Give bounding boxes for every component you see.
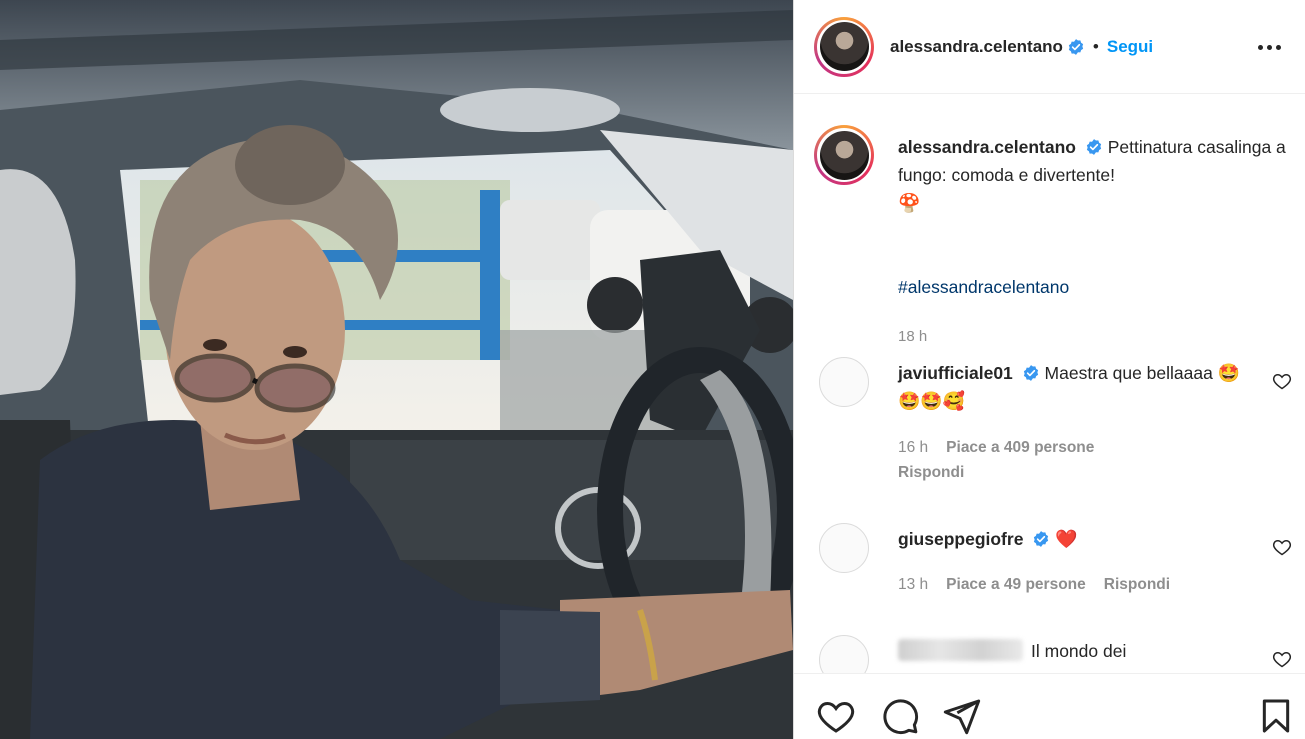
commenter-avatar[interactable] xyxy=(819,357,869,407)
author-avatar[interactable] xyxy=(814,16,874,77)
more-options-icon[interactable] xyxy=(1258,37,1284,57)
comment-like-heart-icon[interactable] xyxy=(1272,649,1292,669)
comment-likes[interactable]: Piace a 49 persone xyxy=(946,576,1086,593)
commenter-avatar[interactable] xyxy=(819,635,869,673)
verified-badge-icon xyxy=(1068,38,1084,55)
comment-username[interactable]: javiufficiale01 xyxy=(898,363,1013,383)
red-heart-emoji: ❤️ xyxy=(1055,529,1078,549)
comment-like-heart-icon[interactable] xyxy=(1272,537,1292,557)
verified-badge-icon xyxy=(1034,531,1049,547)
send-icon[interactable] xyxy=(942,696,982,736)
comment-like-heart-icon[interactable] xyxy=(1272,371,1292,391)
post-photo[interactable] xyxy=(0,0,793,739)
caption-author-avatar[interactable] xyxy=(814,125,874,185)
comment-time: 16 h xyxy=(898,439,929,456)
heart-icon[interactable] xyxy=(816,696,856,736)
reply-button[interactable]: Rispondi xyxy=(1104,576,1170,593)
follow-button[interactable]: Segui xyxy=(1107,37,1153,57)
verified-badge-icon xyxy=(1086,139,1101,155)
caption-username[interactable]: alessandra.celentano xyxy=(898,137,1076,157)
bookmark-icon[interactable] xyxy=(1256,696,1296,736)
comment-time: 13 h xyxy=(898,576,929,593)
comment-icon[interactable] xyxy=(880,696,920,736)
author-username[interactable]: alessandra.celentano xyxy=(890,37,1063,57)
header-separator: • xyxy=(1092,36,1099,56)
blurred-username xyxy=(898,639,1023,661)
comment-likes[interactable]: Piace a 409 persone xyxy=(946,439,1094,456)
instagram-post: alessandra.celentano • Segui alessandra.… xyxy=(0,0,1305,739)
comment-text: Maestra que bellaaaa xyxy=(1044,363,1213,383)
post-side-panel: alessandra.celentano • Segui alessandra.… xyxy=(793,0,1305,739)
caption-hashtag[interactable]: #alessandracelentano xyxy=(898,277,1069,298)
verified-badge-icon xyxy=(1023,365,1038,381)
commenter-avatar[interactable] xyxy=(819,523,869,573)
comment-username[interactable]: giuseppegiofre xyxy=(898,529,1023,549)
reply-button[interactable]: Rispondi xyxy=(898,464,964,481)
mushroom-emoji: 🍄 xyxy=(898,193,921,213)
post-header: alessandra.celentano • Segui xyxy=(794,0,1305,94)
avatar-image xyxy=(819,22,869,71)
comment-text: Il mondo dei xyxy=(1031,641,1127,661)
photo-woman-in-car xyxy=(0,0,793,739)
post-action-bar xyxy=(794,673,1305,739)
comments-area[interactable]: alessandra.celentano Pettinatura casalin… xyxy=(794,95,1305,673)
caption-time: 18 h xyxy=(898,328,928,345)
